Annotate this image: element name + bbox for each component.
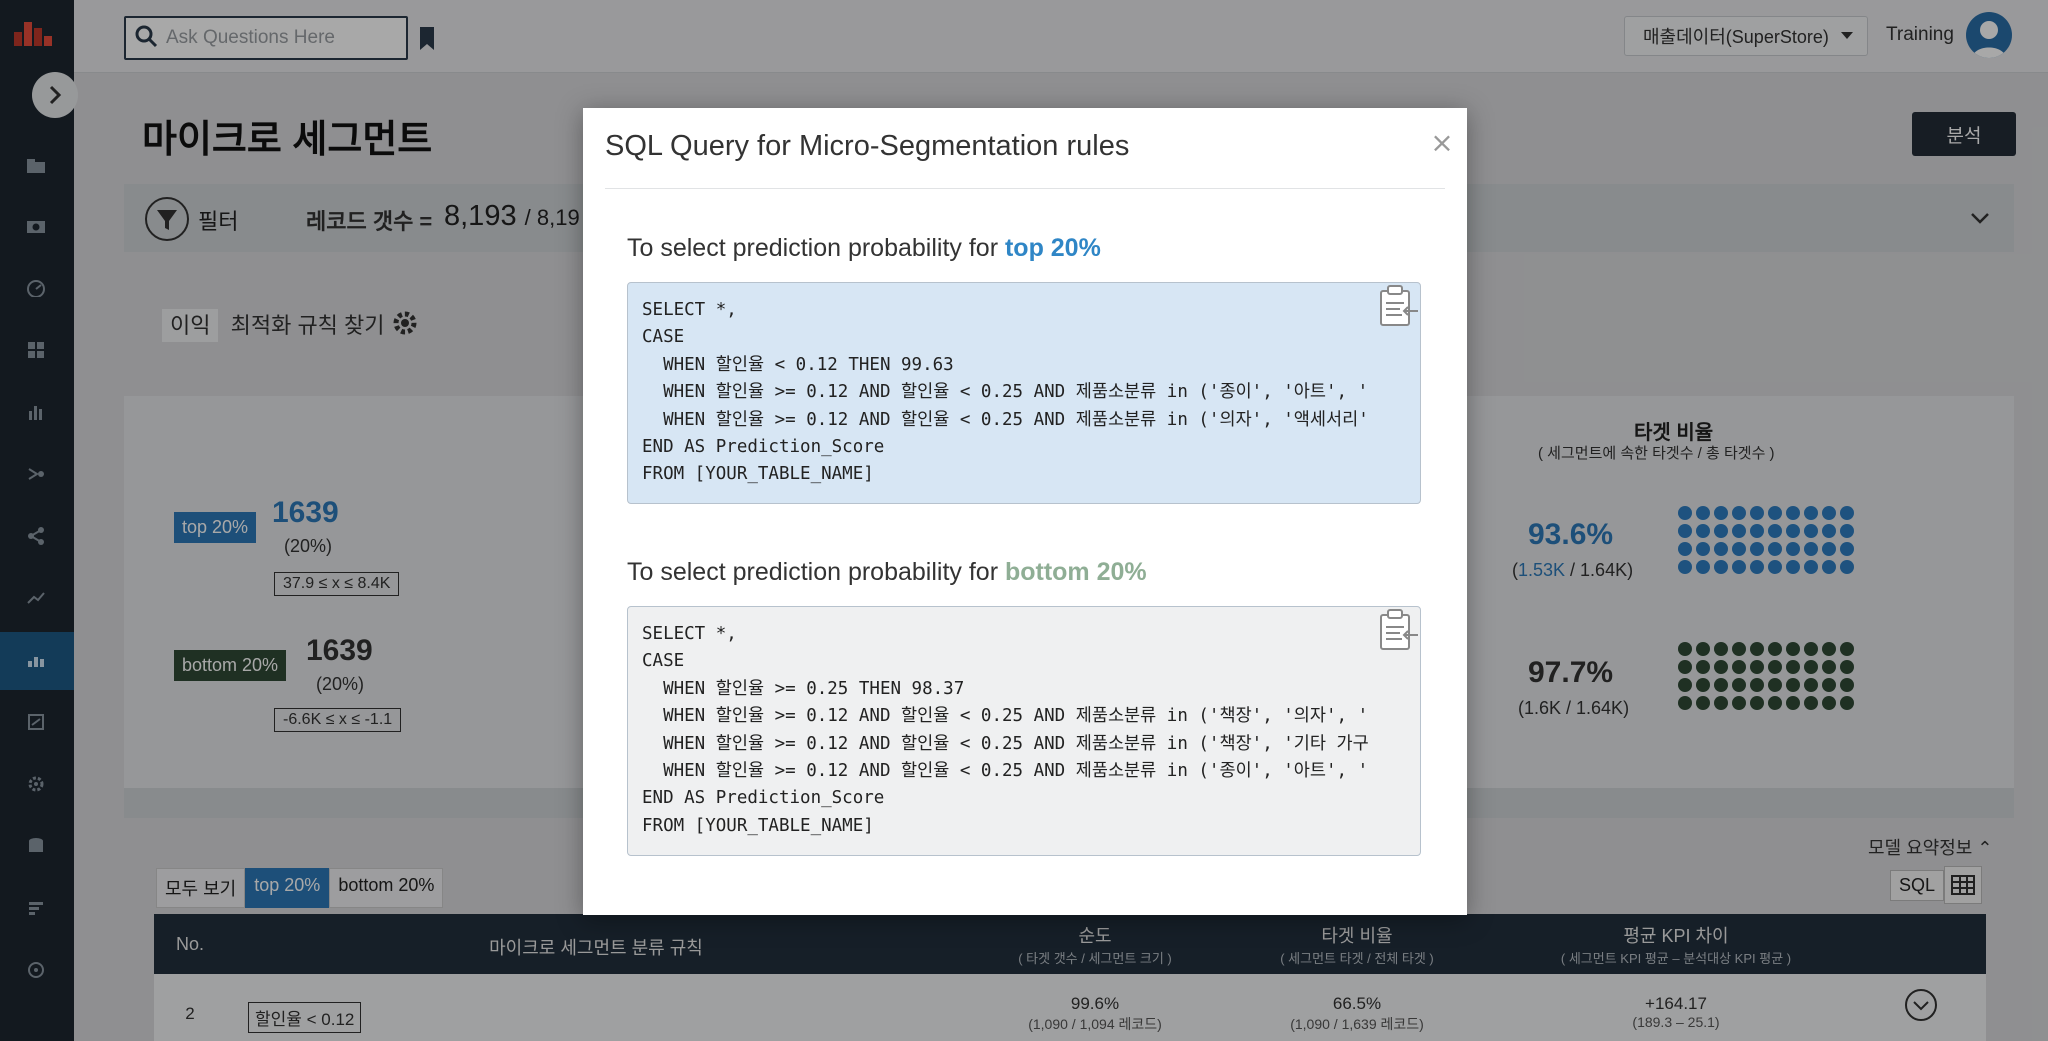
copy-clipboard-icon[interactable] (1376, 283, 1420, 329)
close-button[interactable]: × (1429, 129, 1455, 157)
top-section-prefix: To select prediction probability for (627, 234, 1005, 262)
sql-query-modal: SQL Query for Micro-Segmentation rules ×… (583, 108, 1467, 915)
modal-divider (605, 188, 1445, 189)
top-sql-code: SELECT *, CASE WHEN 할인율 < 0.12 THEN 99.6… (642, 300, 1369, 485)
top-section-title: To select prediction probability for top… (627, 234, 1101, 263)
bottom-section-prefix: To select prediction probability for (627, 558, 1005, 586)
top-section-highlight: top 20% (1004, 234, 1101, 262)
bottom-section-highlight: bottom 20% (1004, 558, 1147, 586)
bottom-sql-code: SELECT *, CASE WHEN 할인율 >= 0.25 THEN 98.… (642, 624, 1369, 836)
copy-clipboard-icon[interactable] (1376, 607, 1420, 653)
bottom-section-title: To select prediction probability for bot… (627, 558, 1147, 587)
modal-title: SQL Query for Micro-Segmentation rules (605, 130, 1130, 162)
top-sql-code-box[interactable]: SELECT *, CASE WHEN 할인율 < 0.12 THEN 99.6… (627, 282, 1421, 504)
bottom-sql-code-box[interactable]: SELECT *, CASE WHEN 할인율 >= 0.25 THEN 98.… (627, 606, 1421, 856)
